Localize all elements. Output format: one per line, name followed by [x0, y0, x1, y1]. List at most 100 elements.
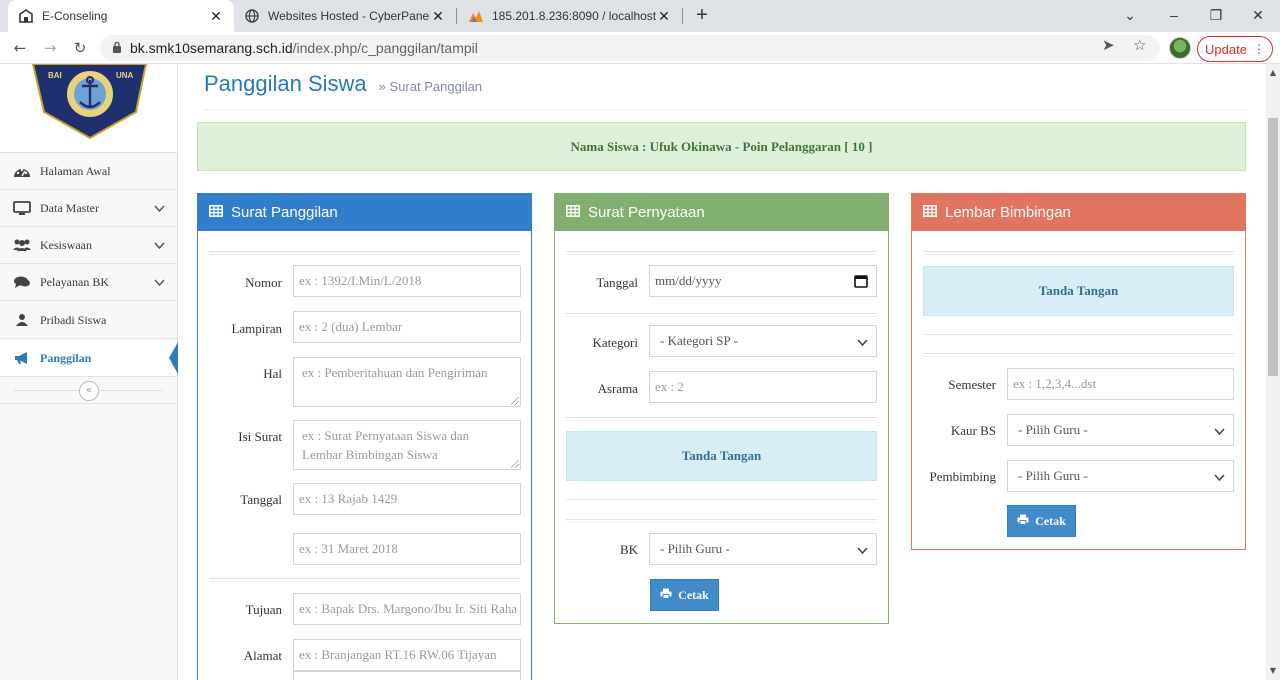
dashboard-icon: [12, 163, 32, 179]
url-path: /index.php/c_panggilan/tampil: [292, 40, 478, 56]
close-tab-icon[interactable]: ✕: [430, 8, 446, 25]
lampiran-input[interactable]: ex : 2 (dua) Lembar: [293, 311, 521, 343]
sidebar-item-kesiswaan[interactable]: Kesiswaan: [0, 227, 177, 264]
comments-icon: [12, 274, 32, 290]
browser-tab-econseling[interactable]: E-Conseling ✕: [8, 0, 234, 32]
hal-label: Hal: [263, 366, 282, 381]
window-close-icon[interactable]: ✕: [1236, 0, 1280, 32]
forward-icon[interactable]: →: [38, 36, 62, 60]
send-icon[interactable]: ➤: [1102, 36, 1115, 54]
sidebar-item-panggilan[interactable]: Panggilan: [0, 340, 178, 377]
tanggal-masehi-input[interactable]: ex : 31 Maret 2018: [293, 533, 521, 565]
browser-tab-cyberpanel[interactable]: Websites Hosted - CyberPanel ✕: [234, 0, 456, 32]
hal-textarea[interactable]: ex : Pemberitahuan dan Pengiriman: [293, 357, 521, 407]
kategori-select[interactable]: - Kategori SP -: [649, 325, 877, 357]
chevron-down-icon: [1214, 470, 1225, 486]
bk-select[interactable]: - Pilih Guru -: [649, 533, 877, 565]
bookmark-star-icon[interactable]: ☆: [1133, 36, 1146, 54]
pembimbing-select[interactable]: - Pilih Guru -: [1007, 460, 1234, 492]
divider: [566, 499, 877, 500]
panel-body: Tanggal mm/dd/yyyy Kategori - Kategori S…: [554, 231, 889, 624]
tujuan-input[interactable]: ex : Bapak Drs. Margono/Ibu Ir. Siti Rah…: [293, 593, 521, 625]
sidebar-item-label: Panggilan: [40, 350, 92, 365]
restore-icon[interactable]: ❐: [1194, 0, 1238, 32]
panel-header: Lembar Bimbingan: [911, 193, 1246, 231]
print-icon: [660, 588, 672, 603]
tab-title: E-Conseling: [42, 9, 108, 23]
minimize-icon[interactable]: –: [1152, 0, 1196, 32]
panel-lembar-bimbingan: Lembar Bimbingan Tanda Tangan Semester e…: [911, 193, 1246, 550]
page-subtitle: » Surat Panggilan: [379, 79, 482, 94]
nomor-input[interactable]: ex : 1392/I.Min/L/2018: [293, 265, 521, 297]
table-icon: [209, 204, 223, 221]
isi-surat-textarea[interactable]: ex : Surat Pernyataan Siswa dan Lembar B…: [293, 420, 521, 470]
pembimbing-value: - Pilih Guru -: [1018, 468, 1088, 483]
page-scrollbar[interactable]: ▲ ▼: [1266, 64, 1280, 680]
scroll-up-icon[interactable]: ▲: [1266, 66, 1280, 80]
student-info-alert: Nama Siswa : Ufuk Okinawa - Poin Pelangg…: [197, 122, 1246, 171]
semester-input[interactable]: ex : 1,2,3,4...dst: [1007, 368, 1234, 400]
phpmyadmin-icon: [468, 8, 484, 24]
isi-surat-label: Isi Surat: [238, 429, 282, 444]
tab-title: Websites Hosted - CyberPanel: [268, 9, 430, 23]
browser-toolbar: ← → ↻ bk.smk10semarang.sch.id/index.php/…: [0, 32, 1280, 64]
cetak-button[interactable]: Cetak: [650, 579, 719, 611]
breadcrumb-separator: »: [378, 79, 386, 94]
bk-label: BK: [619, 542, 638, 557]
sidebar-item-pelayanan-bk[interactable]: Pelayanan BK: [0, 264, 177, 301]
browser-tab-phpmyadmin[interactable]: 185.201.8.236:8090 / localhost / l ✕: [458, 0, 682, 32]
sidebar-item-pribadi-siswa[interactable]: Pribadi Siswa: [0, 302, 177, 339]
semester-label: Semester: [948, 377, 996, 392]
tanggal-hijri-input[interactable]: ex : 13 Rajab 1429: [293, 483, 521, 515]
alamat-input[interactable]: ex : Branjangan RT.16 RW.06 Tijayan: [293, 639, 521, 671]
divider: [566, 519, 877, 523]
tab-separator: [682, 8, 683, 24]
sidebar-item-halaman-awal[interactable]: Halaman Awal: [0, 153, 177, 190]
tanggal-label: Tanggal: [596, 275, 638, 290]
scrollbar-thumb[interactable]: [1268, 118, 1278, 376]
alamat-extra-input[interactable]: [293, 671, 521, 680]
kaur-bs-select[interactable]: - Pilih Guru -: [1007, 414, 1234, 446]
tab-search-icon[interactable]: ⌄: [1108, 0, 1152, 32]
calendar-icon[interactable]: [854, 274, 868, 292]
update-button[interactable]: Update ⋮: [1197, 36, 1273, 62]
chevron-down-icon: [154, 202, 165, 217]
tanggal-date-input[interactable]: mm/dd/yyyy: [649, 265, 877, 297]
user-icon: [12, 312, 32, 328]
resize-grip-icon[interactable]: [511, 397, 519, 405]
browser-tab-strip: E-Conseling ✕ Websites Hosted - CyberPan…: [0, 0, 1280, 32]
nomor-label: Nomor: [245, 275, 282, 290]
update-label: Update: [1205, 41, 1247, 57]
profile-avatar[interactable]: [1169, 37, 1191, 59]
back-icon[interactable]: ←: [8, 36, 32, 60]
address-bar[interactable]: bk.smk10semarang.sch.id/index.php/c_pang…: [100, 35, 1160, 61]
tanda-tangan-box: Tanda Tangan: [923, 266, 1234, 316]
scroll-down-icon[interactable]: ▼: [1266, 664, 1280, 678]
panel-surat-panggilan: Surat Panggilan Nomor ex : 1392/I.Min/L/…: [197, 193, 532, 680]
panel-body: Tanda Tangan Semester ex : 1,2,3,4...dst…: [911, 231, 1246, 550]
panel-surat-pernyataan: Surat Pernyataan Tanggal mm/dd/yyyy Kate…: [554, 193, 889, 624]
cetak-button[interactable]: Cetak: [1007, 505, 1076, 537]
divider: [209, 578, 520, 582]
sidebar-collapse-button[interactable]: «: [79, 381, 99, 401]
sidebar-item-label: Data Master: [40, 200, 99, 215]
sidebar: BAI UNA Halaman Awal Data Master Kesiswa…: [0, 64, 178, 680]
tanggal-label: Tanggal: [240, 492, 282, 507]
lampiran-label: Lampiran: [231, 321, 282, 336]
asrama-input[interactable]: ex : 2: [649, 371, 877, 403]
sidebar-item-data-master[interactable]: Data Master: [0, 190, 177, 227]
new-tab-icon[interactable]: +: [690, 4, 714, 28]
tujuan-label: Tujuan: [245, 602, 282, 617]
tab-separator: [456, 8, 457, 24]
panel-title: Lembar Bimbingan: [945, 203, 1071, 221]
chevron-down-icon: [857, 335, 868, 351]
resize-grip-icon[interactable]: [511, 460, 519, 468]
divider: [923, 334, 1234, 335]
close-tab-icon[interactable]: ✕: [208, 8, 224, 25]
reload-icon[interactable]: ↻: [68, 36, 92, 60]
kategori-value: - Kategori SP -: [660, 333, 738, 348]
main-content: Panggilan Siswa » Surat Panggilan Nama S…: [178, 64, 1266, 680]
close-tab-icon[interactable]: ✕: [656, 8, 672, 25]
tanda-tangan-box: Tanda Tangan: [566, 431, 877, 481]
sidebar-item-label: Halaman Awal: [40, 163, 111, 178]
